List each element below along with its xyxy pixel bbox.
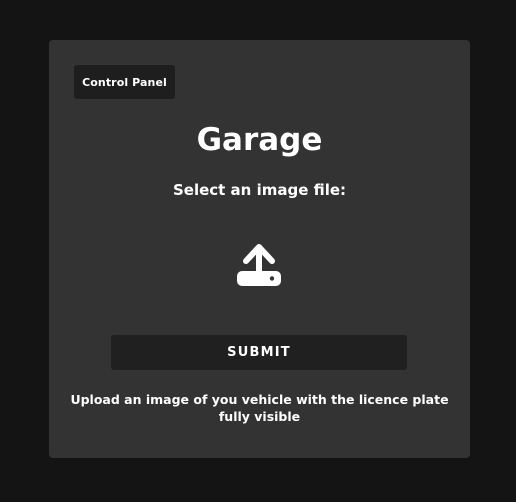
page-title: Garage [196, 122, 323, 158]
submit-button[interactable]: SUBMIT [111, 335, 407, 370]
file-upload-area[interactable] [233, 236, 285, 290]
file-select-prompt: Select an image file: [172, 181, 347, 199]
garage-card: Control Panel Garage Select an image fil… [49, 40, 470, 458]
page: Control Panel Garage Select an image fil… [0, 0, 516, 502]
upload-hint: Upload an image of you vehicle with the … [70, 392, 449, 424]
control-panel-button[interactable]: Control Panel [74, 65, 175, 99]
upload-tray-icon [237, 244, 281, 286]
